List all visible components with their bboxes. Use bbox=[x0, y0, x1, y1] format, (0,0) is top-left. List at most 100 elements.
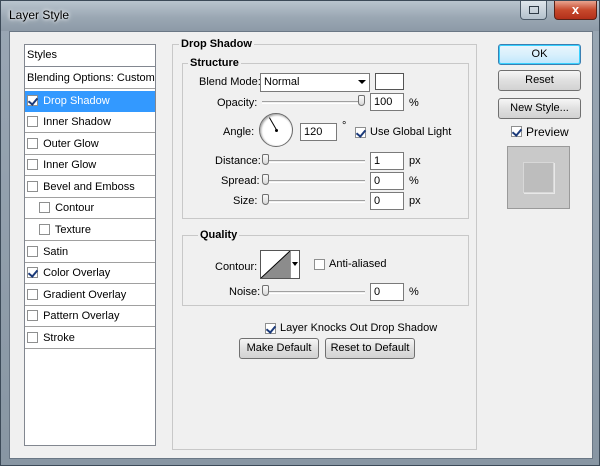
drop-shadow-checkbox[interactable] bbox=[27, 95, 38, 106]
preview-label: Preview bbox=[526, 125, 569, 139]
style-item-drop-shadow[interactable]: Drop Shadow bbox=[25, 91, 155, 112]
opacity-slider-thumb[interactable] bbox=[358, 95, 365, 106]
bevel-emboss-checkbox[interactable] bbox=[27, 181, 38, 192]
make-default-button[interactable]: Make Default bbox=[239, 338, 319, 359]
reset-to-default-button[interactable]: Reset to Default bbox=[325, 338, 415, 359]
opacity-unit: % bbox=[409, 97, 419, 109]
stroke-checkbox[interactable] bbox=[27, 332, 38, 343]
dialog-body: Styles Blending Options: Custom Drop Sha… bbox=[9, 31, 593, 459]
distance-slider-track[interactable] bbox=[262, 160, 365, 163]
contour-dropdown[interactable] bbox=[290, 251, 299, 278]
gradient-overlay-checkbox[interactable] bbox=[27, 289, 38, 300]
distance-slider-thumb[interactable] bbox=[262, 154, 269, 165]
quality-group: Quality Contour: Anti-aliased Noise: 0 % bbox=[182, 229, 469, 306]
style-item-label: Color Overlay bbox=[43, 267, 111, 279]
angle-center-dot bbox=[275, 129, 278, 132]
inner-glow-checkbox[interactable] bbox=[27, 159, 38, 170]
title-bar[interactable]: Layer Style x bbox=[1, 1, 599, 31]
spread-slider-thumb[interactable] bbox=[262, 174, 269, 185]
angle-dial[interactable] bbox=[259, 113, 293, 147]
drop-shadow-group: Drop Shadow Structure Blend Mode: Normal… bbox=[172, 38, 477, 450]
contour-picker[interactable] bbox=[260, 250, 300, 279]
contour-curve-icon bbox=[261, 251, 290, 278]
blending-options-item[interactable]: Blending Options: Custom bbox=[25, 68, 155, 89]
style-item-label: Drop Shadow bbox=[43, 95, 110, 107]
spread-slider-track[interactable] bbox=[262, 180, 365, 183]
blend-mode-select[interactable]: Normal bbox=[260, 73, 370, 92]
style-item-outer-glow[interactable]: Outer Glow bbox=[25, 134, 155, 155]
size-label: Size: bbox=[233, 195, 258, 207]
styles-list-header: Styles bbox=[25, 45, 155, 67]
preview-swatch bbox=[523, 162, 554, 193]
noise-unit: % bbox=[409, 286, 419, 298]
chevron-down-icon bbox=[358, 80, 366, 84]
quality-title: Quality bbox=[198, 229, 240, 241]
angle-input[interactable]: 120 bbox=[300, 123, 337, 141]
noise-input[interactable]: 0 bbox=[370, 283, 404, 301]
blend-mode-value: Normal bbox=[264, 76, 300, 88]
size-input[interactable]: 0 bbox=[370, 192, 404, 210]
spread-unit: % bbox=[409, 175, 419, 187]
shadow-color-swatch[interactable] bbox=[375, 73, 404, 90]
ok-button[interactable]: OK bbox=[498, 44, 581, 65]
reset-button[interactable]: Reset bbox=[498, 70, 581, 91]
size-slider-thumb[interactable] bbox=[262, 194, 269, 205]
anti-aliased-label: Anti-aliased bbox=[329, 258, 387, 270]
style-item-label: Stroke bbox=[43, 332, 75, 344]
contour-checkbox[interactable] bbox=[39, 202, 50, 213]
style-item-label: Contour bbox=[55, 202, 95, 214]
style-preview-thumbnail bbox=[507, 146, 570, 209]
chevron-down-icon bbox=[292, 262, 298, 266]
size-slider-track[interactable] bbox=[262, 200, 365, 203]
angle-unit: ° bbox=[342, 120, 347, 132]
close-button[interactable]: x bbox=[554, 1, 597, 20]
style-item-label: Texture bbox=[54, 224, 91, 236]
color-overlay-checkbox[interactable] bbox=[27, 267, 38, 278]
opacity-label: Opacity: bbox=[217, 97, 258, 109]
satin-checkbox[interactable] bbox=[27, 246, 38, 257]
inner-shadow-checkbox[interactable] bbox=[27, 116, 38, 127]
style-item-inner-glow[interactable]: Inner Glow bbox=[25, 155, 155, 176]
style-item-label: Gradient Overlay bbox=[43, 289, 127, 301]
minimize-button[interactable] bbox=[520, 1, 547, 20]
opacity-input[interactable]: 100 bbox=[370, 93, 404, 111]
style-item-color-overlay[interactable]: Color Overlay bbox=[25, 263, 155, 284]
style-item-gradient-overlay[interactable]: Gradient Overlay bbox=[25, 285, 155, 306]
distance-unit: px bbox=[409, 155, 421, 167]
pattern-overlay-checkbox[interactable] bbox=[27, 310, 38, 321]
opacity-slider-track[interactable] bbox=[262, 101, 365, 104]
style-item-pattern-overlay[interactable]: Pattern Overlay bbox=[25, 306, 155, 327]
outer-glow-checkbox[interactable] bbox=[27, 138, 38, 149]
distance-input[interactable]: 1 bbox=[370, 152, 404, 170]
restore-icon bbox=[529, 6, 539, 14]
structure-group: Structure Blend Mode: Normal Opacity: 10… bbox=[182, 57, 469, 219]
window-title: Layer Style bbox=[9, 8, 70, 22]
style-item-stroke[interactable]: Stroke bbox=[25, 328, 155, 349]
texture-checkbox[interactable] bbox=[39, 224, 50, 235]
style-item-label: Inner Shadow bbox=[43, 116, 111, 128]
styles-list: Styles Blending Options: Custom Drop Sha… bbox=[24, 44, 156, 446]
preview-checkbox[interactable] bbox=[511, 126, 522, 137]
noise-label: Noise: bbox=[229, 286, 261, 298]
style-item-label: Satin bbox=[43, 246, 69, 258]
spread-label: Spread: bbox=[221, 175, 260, 187]
style-item-satin[interactable]: Satin bbox=[25, 242, 155, 263]
style-item-contour[interactable]: Contour bbox=[25, 198, 155, 219]
structure-title: Structure bbox=[188, 57, 241, 69]
anti-aliased-checkbox[interactable] bbox=[314, 259, 325, 270]
use-global-light-checkbox[interactable] bbox=[355, 127, 366, 138]
style-item-label: Bevel and Emboss bbox=[43, 181, 135, 193]
style-item-inner-shadow[interactable]: Inner Shadow bbox=[25, 112, 155, 133]
size-unit: px bbox=[409, 195, 421, 207]
new-style-button[interactable]: New Style... bbox=[498, 98, 581, 119]
noise-slider-track[interactable] bbox=[262, 291, 365, 294]
style-item-label: Pattern Overlay bbox=[43, 310, 120, 322]
style-item-label: Outer Glow bbox=[43, 138, 99, 150]
angle-label: Angle: bbox=[223, 126, 255, 138]
layer-knocks-out-checkbox[interactable] bbox=[265, 323, 276, 334]
style-item-bevel-emboss[interactable]: Bevel and Emboss bbox=[25, 177, 155, 198]
layer-style-dialog: Layer Style x Styles Blending Options: C… bbox=[0, 0, 600, 466]
spread-input[interactable]: 0 bbox=[370, 172, 404, 190]
noise-slider-thumb[interactable] bbox=[262, 285, 269, 296]
style-item-texture[interactable]: Texture bbox=[25, 220, 155, 241]
